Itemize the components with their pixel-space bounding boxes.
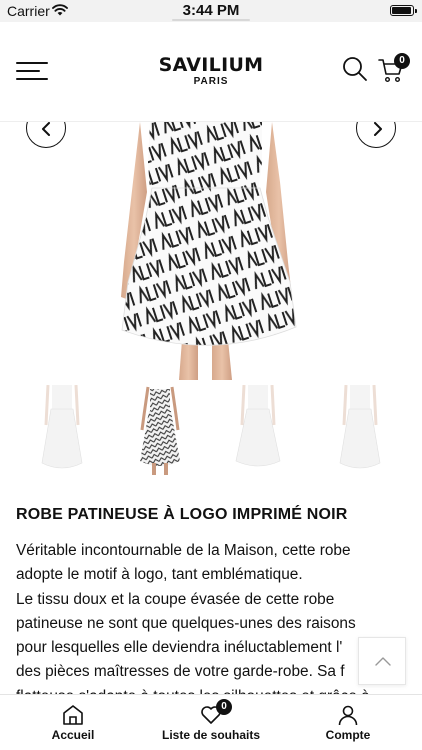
description-line: pour lesquelles elle deviendra inéluctab… — [16, 639, 343, 657]
thumbnail-2[interactable] — [120, 385, 200, 475]
tab-wishlist[interactable]: 0 Liste de souhaits — [141, 695, 281, 750]
search-icon[interactable] — [342, 56, 368, 82]
battery-icon — [390, 5, 417, 16]
home-icon — [63, 705, 83, 725]
description-line: adopte le motif à logo, tant emblématiqu… — [16, 566, 303, 584]
time-underline — [172, 19, 250, 21]
status-time: 3:44 PM — [182, 2, 240, 19]
status-bar: Carrier 3:44 PM — [0, 0, 422, 22]
thumbnail-dress-image — [140, 386, 180, 475]
chevron-left-icon — [42, 122, 50, 136]
user-icon — [338, 705, 358, 726]
product-title: ROBE PATINEUSE À LOGO IMPRIMÉ NOIR — [16, 506, 348, 523]
description-line: patineuse ne sont que quelques-unes des … — [16, 614, 356, 632]
tab-account[interactable]: Compte — [278, 695, 418, 750]
description-line: des pièces maîtresses de votre garde-rob… — [16, 663, 345, 681]
thumbnail-1[interactable] — [22, 384, 102, 475]
dress-image — [121, 122, 297, 380]
chevron-up-icon — [375, 657, 391, 666]
thumbnail-dress-image — [235, 384, 281, 467]
app-header: SAVILIUM PARIS 0 — [0, 22, 422, 122]
tab-account-label: Compte — [325, 728, 371, 742]
bottom-tab-bar: Accueil 0 Liste de souhaits Compte — [0, 694, 422, 750]
chevron-right-icon — [374, 122, 382, 136]
wishlist-count-badge: 0 — [216, 699, 232, 715]
tab-wishlist-label: Liste de souhaits — [161, 728, 261, 742]
tab-home[interactable]: Accueil — [3, 695, 143, 750]
tab-home-label: Accueil — [51, 728, 95, 742]
back-to-top-button[interactable] — [358, 637, 406, 685]
product-description: Véritable incontournable de la Maison, c… — [16, 539, 406, 699]
description-line: Véritable incontournable de la Maison, c… — [16, 542, 351, 559]
thumbnail-dress-image — [41, 384, 83, 469]
thumbnail-4[interactable] — [320, 384, 400, 475]
cart-count-badge: 0 — [394, 53, 410, 69]
thumbnail-strip — [0, 384, 422, 477]
thumbnail-3[interactable] — [218, 384, 298, 475]
thumbnail-dress-image — [339, 384, 381, 469]
product-image-carousel[interactable] — [0, 122, 422, 380]
description-line: Le tissu doux et la coupe évasée de cett… — [16, 590, 335, 608]
